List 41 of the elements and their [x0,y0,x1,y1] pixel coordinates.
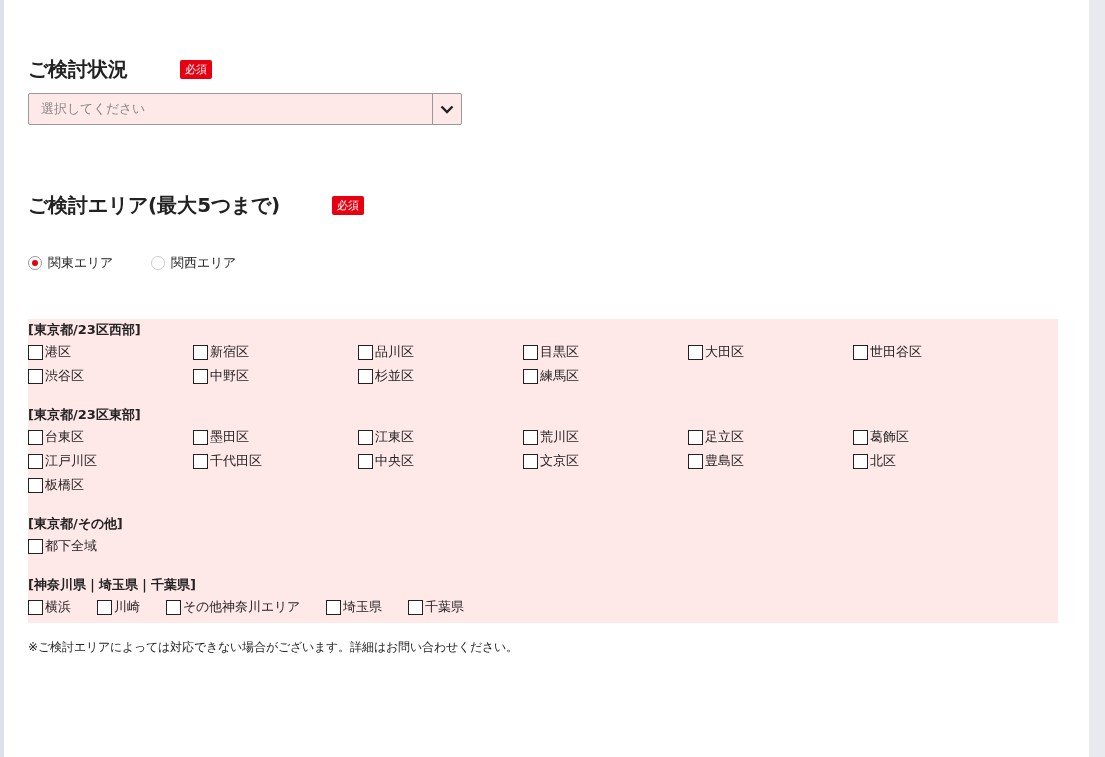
area-checkbox[interactable]: 江戸川区 [28,449,193,473]
group-heading: [東京都/23区東部] [28,406,142,424]
area-checkbox[interactable]: 千葉県 [408,595,464,619]
region-radio[interactable]: 関東エリア [28,254,113,272]
area-checkbox[interactable]: 杉並区 [358,364,523,388]
area-checkbox[interactable]: 品川区 [358,340,523,364]
area-checkbox[interactable]: 埼玉県 [326,595,382,619]
area-checkbox[interactable]: 渋谷区 [28,364,193,388]
group-heading: [神奈川県｜埼玉県｜千葉県] [28,576,197,595]
area-checkbox[interactable]: 世田谷区 [853,340,1018,364]
section-title: ご検討状況 [28,56,128,83]
area-checkbox[interactable]: 北区 [853,449,1018,473]
area-checkbox[interactable]: 文京区 [523,449,688,473]
area-checkbox[interactable]: その他神奈川エリア [166,595,300,619]
area-checkbox[interactable]: 目黒区 [523,340,688,364]
area-checkbox[interactable]: 台東区 [28,425,193,449]
area-checkbox[interactable]: 江東区 [358,425,523,449]
area-checkbox[interactable]: 板橋区 [28,473,193,497]
area-checkbox[interactable]: 港区 [28,340,193,364]
area-checkbox[interactable]: 墨田区 [193,425,358,449]
required-badge: 必須 [332,195,365,215]
area-checkbox[interactable]: 都下全域 [28,534,193,558]
area-checkbox[interactable]: 川崎 [97,595,140,619]
area-checkbox[interactable]: 葛飾区 [853,425,1018,449]
area-checkbox[interactable]: 中野区 [193,364,358,388]
area-checkbox[interactable]: 大田区 [688,340,853,364]
area-checkbox[interactable]: 中央区 [358,449,523,473]
area-checkbox[interactable]: 練馬区 [523,364,688,388]
area-checkbox[interactable]: 新宿区 [193,340,358,364]
area-checkbox[interactable]: 豊島区 [688,449,853,473]
chevron-down-icon [440,104,454,114]
required-badge: 必須 [180,59,212,79]
area-note: ※ご検討エリアによっては対応できない場合がございます。詳細はお問い合わせください。 [28,639,520,656]
group-heading: [東京都/その他] [28,515,124,533]
section-title: ご検討エリア(最大5つまで) [28,192,281,219]
group-heading: [東京都/23区西部] [28,321,142,339]
region-radio[interactable]: 関西エリア [151,254,236,272]
area-checkbox[interactable]: 荒川区 [523,425,688,449]
area-checkbox[interactable]: 横浜 [28,595,71,619]
area-checkbox[interactable]: 足立区 [688,425,853,449]
area-checkbox[interactable]: 千代田区 [193,449,358,473]
